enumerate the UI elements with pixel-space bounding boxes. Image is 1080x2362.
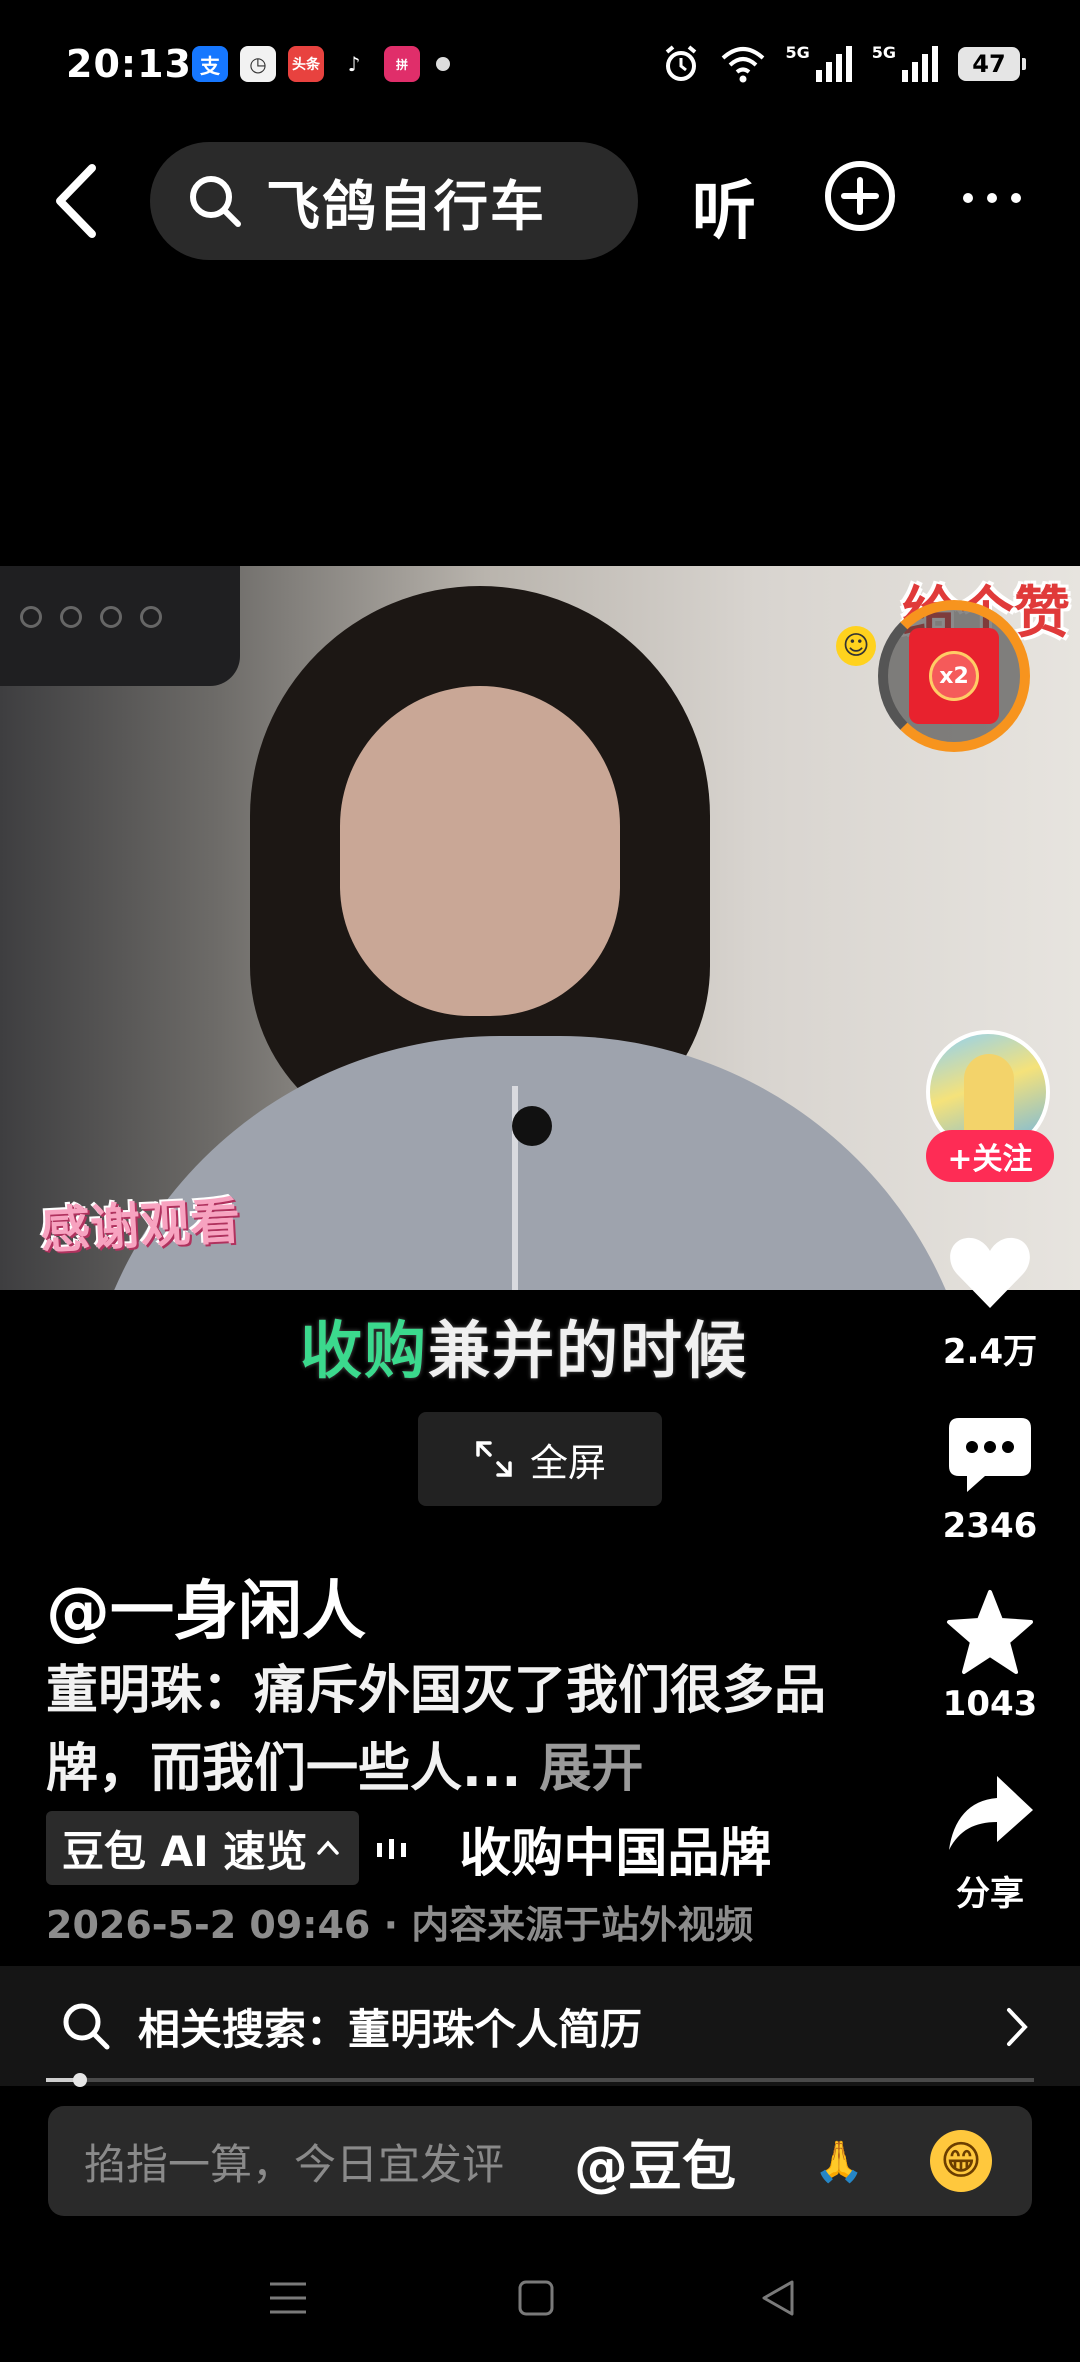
pinduoduo-icon: 拼 bbox=[384, 46, 420, 82]
search-icon bbox=[63, 2003, 110, 2050]
top-bar: 飞鸽自行车 听 bbox=[0, 140, 1080, 262]
fullscreen-label: 全屏 bbox=[529, 1440, 606, 1485]
post-description[interactable]: 董明珠：痛斥外国灭了我们很多品牌，而我们一些人... 展开 bbox=[46, 1652, 826, 1808]
toutiao-icon: 头条 bbox=[288, 46, 324, 82]
progress-handle[interactable] bbox=[72, 2073, 87, 2087]
fullscreen-button[interactable]: 全屏 bbox=[418, 1412, 662, 1506]
comment-input-bar[interactable]: 掐指一算，今日宜发评 @豆包 🙏 😁 bbox=[48, 2106, 1032, 2216]
battery-indicator: 47 bbox=[958, 47, 1026, 81]
subtitle-highlight: 收购 bbox=[300, 1314, 429, 1387]
comment-icon bbox=[949, 1418, 1031, 1492]
mention-doubao-button[interactable]: @豆包 bbox=[574, 2122, 736, 2201]
listen-button[interactable]: 听 bbox=[692, 160, 756, 252]
share-button[interactable]: 分享 bbox=[928, 1770, 1052, 1915]
share-arrow-icon bbox=[949, 1776, 1033, 1850]
subtitle-rest: 兼并的时候 bbox=[428, 1314, 749, 1387]
comment-count: 2346 bbox=[942, 1506, 1038, 1546]
follow-button[interactable]: +关注 bbox=[926, 1130, 1054, 1182]
ai-summary-toggle[interactable]: 豆包 AI 速览 bbox=[46, 1811, 360, 1885]
description-text: 董明珠：痛斥外国灭了我们很多品牌，而我们一些人... bbox=[46, 1661, 827, 1799]
notification-icons: 支 ◷ 头条 ♪ 拼 bbox=[192, 46, 450, 82]
heart-icon bbox=[950, 1237, 1030, 1308]
back-arrow-icon[interactable] bbox=[48, 162, 108, 240]
home-nav-icon[interactable] bbox=[514, 2276, 558, 2320]
status-bar: 20:13 支 ◷ 头条 ♪ 拼 5G 5G 47 bbox=[0, 0, 1080, 130]
thanks-for-watching-overlay: 感谢观看 bbox=[38, 1190, 242, 1261]
signal-label-2: 5G bbox=[871, 42, 896, 62]
related-search-text: 相关搜索：董明珠个人简历 bbox=[138, 2004, 643, 2054]
video-progress-bar[interactable] bbox=[46, 2073, 1034, 2087]
status-time: 20:13 bbox=[66, 42, 192, 86]
audio-bars-icon bbox=[377, 1839, 407, 1859]
comment-button[interactable]: 2346 bbox=[928, 1410, 1052, 1546]
system-nav-bar bbox=[0, 2240, 1080, 2362]
signal-icon-2 bbox=[902, 46, 938, 82]
add-circle-icon[interactable] bbox=[824, 160, 896, 232]
grin-emoji-button[interactable]: 😁 bbox=[930, 2130, 992, 2192]
video-player[interactable]: 感谢观看 给个赞 ☺ x2 bbox=[0, 566, 1080, 1290]
chevron-up-icon bbox=[317, 1840, 340, 1855]
alarm-icon bbox=[666, 45, 697, 81]
like-button[interactable]: 2.4万 bbox=[928, 1228, 1052, 1373]
expand-link[interactable]: 展开 bbox=[539, 1739, 643, 1799]
video-background-panel bbox=[0, 566, 240, 686]
menu-nav-icon[interactable] bbox=[266, 2276, 310, 2320]
favorite-button[interactable]: 1043 bbox=[928, 1588, 1052, 1724]
ai-tag-label: 豆包 AI 速览 bbox=[62, 1826, 308, 1876]
tiktok-icon: ♪ bbox=[336, 46, 372, 82]
comment-input[interactable]: 掐指一算，今日宜发评 bbox=[84, 2131, 564, 2192]
expand-icon bbox=[476, 1441, 512, 1477]
chevron-right-icon bbox=[1007, 2008, 1028, 2046]
pray-emoji-button[interactable]: 🙏 bbox=[808, 2130, 870, 2192]
related-search-bar[interactable]: 相关搜索：董明珠个人简历 bbox=[0, 1966, 1080, 2086]
share-label: 分享 bbox=[956, 1874, 1024, 1914]
back-nav-icon[interactable] bbox=[756, 2276, 800, 2320]
clock-icon: ◷ bbox=[240, 46, 276, 82]
ai-summary-text: 收购中国品牌 bbox=[459, 1823, 772, 1884]
star-icon bbox=[947, 1590, 1033, 1674]
video-lapel-mic bbox=[512, 1106, 552, 1146]
video-person-face bbox=[340, 686, 620, 1016]
red-packet-icon: x2 bbox=[909, 628, 999, 724]
more-notifications-icon bbox=[436, 57, 450, 71]
signal-label-1: 5G bbox=[785, 42, 810, 62]
red-packet-badge: x2 bbox=[929, 651, 979, 701]
favorite-count: 1043 bbox=[942, 1684, 1038, 1724]
search-icon bbox=[190, 176, 241, 227]
like-count: 2.4万 bbox=[942, 1332, 1038, 1372]
more-options-icon[interactable] bbox=[960, 190, 1024, 206]
post-meta: 2026-5-2 09:46 · 内容来源于站外视频 bbox=[46, 1903, 754, 1947]
wifi-icon bbox=[722, 47, 765, 83]
video-subtitle: 收购兼并的时候 bbox=[300, 1300, 748, 1390]
author-name[interactable]: @一身闲人 bbox=[46, 1560, 366, 1652]
search-query: 飞鸽自行车 bbox=[266, 174, 546, 238]
red-packet-reward-button[interactable]: x2 bbox=[878, 600, 1030, 752]
search-box[interactable]: 飞鸽自行车 bbox=[150, 142, 638, 260]
system-icons: 5G 5G 47 bbox=[661, 42, 1026, 84]
smiley-icon: ☺ bbox=[836, 626, 876, 666]
alipay-icon: 支 bbox=[192, 46, 228, 82]
signal-icon-1 bbox=[815, 46, 852, 82]
ai-summary-row: 豆包 AI 速览 收购中国品牌 bbox=[46, 1810, 771, 1886]
